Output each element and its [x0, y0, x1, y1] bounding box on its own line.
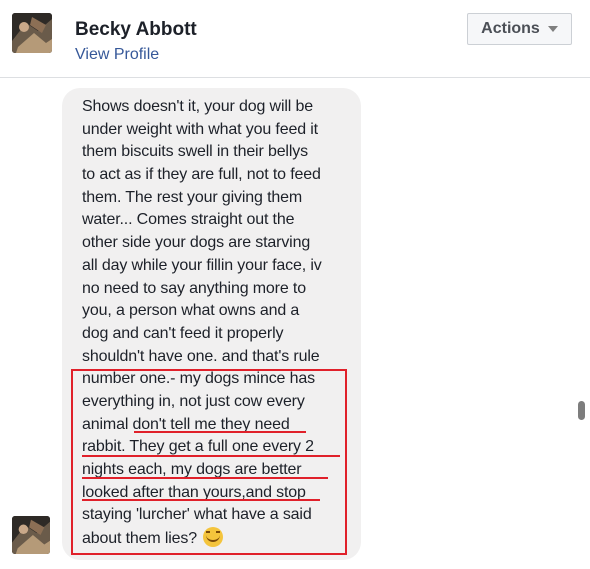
message-line: water... Comes straight out the	[82, 211, 295, 229]
message-line: you, a person what owns and a	[82, 302, 300, 320]
avatar[interactable]	[12, 13, 52, 53]
message-line: other side your dogs are starving	[82, 234, 311, 252]
message-line: Shows doesn't it, your dog will be	[82, 98, 313, 115]
view-profile-link[interactable]: View Profile	[75, 46, 159, 64]
annotation-underline	[134, 431, 306, 433]
actions-label: Actions	[481, 20, 540, 37]
scrollbar-thumb[interactable]	[578, 401, 585, 420]
actions-button[interactable]: Actions	[467, 13, 572, 45]
avatar[interactable]	[12, 516, 50, 554]
message-line: to act as if they are full, not to feed	[82, 166, 321, 184]
message-line: all day while your fillin your face, iv	[82, 256, 322, 274]
message-line: shouldn't have one. and that's rule	[82, 347, 320, 365]
annotation-underline	[82, 499, 320, 501]
chat-view: Becky Abbott View Profile Actions Shows …	[0, 0, 590, 569]
annotation-box	[71, 369, 347, 555]
message-line: dog and can't feed it properly	[82, 324, 284, 342]
message-line: no need to say anything more to	[82, 279, 306, 297]
message-line: under weight with what you feed it	[82, 120, 318, 138]
annotation-underline	[82, 477, 328, 479]
chevron-down-icon	[547, 26, 558, 32]
message-line: them. The rest your giving them	[82, 188, 303, 206]
message-line: them biscuits swell in their bellys	[82, 143, 308, 161]
profile-name[interactable]: Becky Abbott	[75, 19, 197, 41]
annotation-underline	[82, 455, 340, 457]
conversation-header: Becky Abbott View Profile Actions	[0, 0, 590, 78]
